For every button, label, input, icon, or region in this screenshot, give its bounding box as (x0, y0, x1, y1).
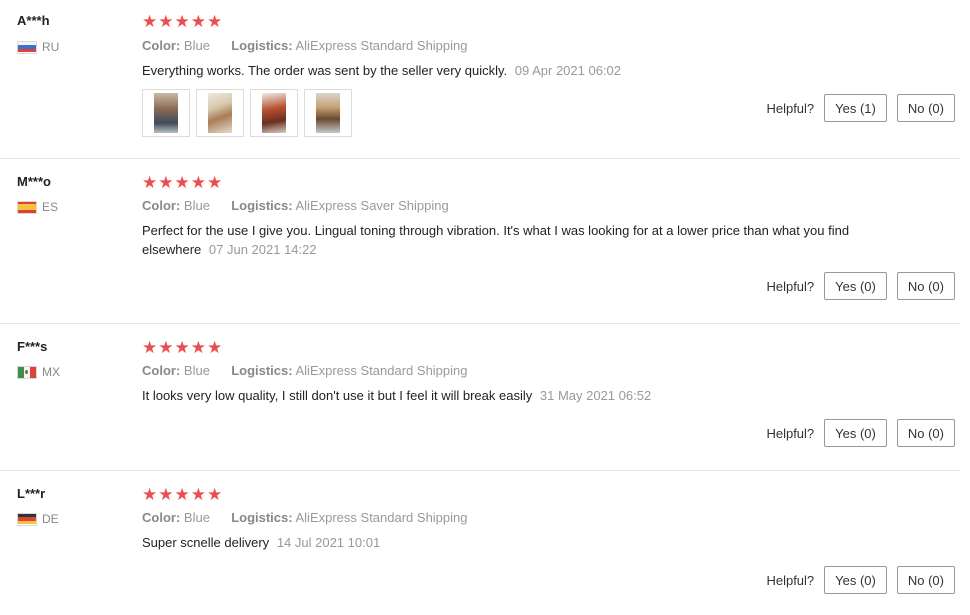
country-code: MX (42, 365, 60, 379)
reviewer-name: L***r (17, 486, 46, 501)
helpful-no-button[interactable]: No (0) (896, 272, 955, 300)
color-value: Blue (183, 198, 210, 213)
review-sku-info: Color: Blue Logistics: AliExpress Standa… (142, 363, 468, 378)
country-code: ES (42, 200, 59, 214)
star-rating: ★★★★★ (142, 12, 224, 31)
flag-russia-icon (17, 40, 37, 54)
flag-germany-icon (17, 512, 37, 526)
helpful-controls: Helpful? Yes (0) No (0) (766, 566, 955, 594)
logistics-value: AliExpress Saver Shipping (295, 198, 449, 213)
helpful-label: Helpful? (766, 100, 815, 116)
review-item: F***s MX ★★★★★ Color: Blue Logistics: Al… (0, 323, 960, 471)
color-label: Color: (142, 198, 181, 213)
helpful-label: Helpful? (766, 425, 815, 441)
helpful-label: Helpful? (766, 572, 815, 588)
reviewer-name: M***o (17, 174, 51, 189)
review-sku-info: Color: Blue Logistics: AliExpress Standa… (142, 38, 468, 53)
helpful-no-button[interactable]: No (0) (896, 419, 955, 447)
review-body: Super scnelle delivery (142, 535, 270, 550)
helpful-controls: Helpful? Yes (1) No (0) (766, 94, 955, 122)
review-photo[interactable] (304, 89, 352, 137)
logistics-label: Logistics: (231, 38, 293, 53)
review-photo-image (316, 93, 340, 133)
star-rating: ★★★★★ (142, 173, 224, 192)
review-text: It looks very low quality, I still don't… (142, 386, 852, 405)
color-value: Blue (183, 38, 210, 53)
flag-mexico-icon (17, 365, 37, 379)
helpful-controls: Helpful? Yes (0) No (0) (766, 272, 955, 300)
helpful-yes-button[interactable]: Yes (0) (824, 419, 887, 447)
review-date: 14 Jul 2021 10:01 (276, 535, 381, 550)
color-value: Blue (183, 363, 210, 378)
logistics-value: AliExpress Standard Shipping (295, 363, 468, 378)
reviewer-name: F***s (17, 339, 48, 354)
review-text: Everything works. The order was sent by … (142, 61, 852, 80)
review-text: Perfect for the use I give you. Lingual … (142, 221, 852, 259)
logistics-label: Logistics: (231, 363, 293, 378)
review-photo[interactable] (196, 89, 244, 137)
review-date: 31 May 2021 06:52 (539, 388, 652, 403)
helpful-yes-button[interactable]: Yes (0) (824, 272, 887, 300)
reviewer-country: MX (17, 365, 60, 379)
review-item: L***r DE ★★★★★ Color: Blue Logistics: Al… (0, 470, 960, 615)
review-sku-info: Color: Blue Logistics: AliExpress Saver … (142, 198, 449, 213)
reviewer-country: RU (17, 40, 59, 54)
reviewer-name: A***h (17, 13, 50, 28)
color-label: Color: (142, 510, 181, 525)
logistics-label: Logistics: (231, 198, 293, 213)
helpful-yes-button[interactable]: Yes (1) (824, 94, 887, 122)
review-date: 07 Jun 2021 14:22 (208, 242, 317, 257)
review-item: M***o ES ★★★★★ Color: Blue Logistics: Al… (0, 158, 960, 324)
logistics-label: Logistics: (231, 510, 293, 525)
helpful-yes-button[interactable]: Yes (0) (824, 566, 887, 594)
country-code: DE (42, 512, 59, 526)
color-label: Color: (142, 363, 181, 378)
review-body: Everything works. The order was sent by … (142, 63, 508, 78)
review-sku-info: Color: Blue Logistics: AliExpress Standa… (142, 510, 468, 525)
review-photo-image (154, 93, 178, 133)
color-label: Color: (142, 38, 181, 53)
review-photo-image (208, 93, 232, 133)
review-photo-image (262, 93, 286, 133)
star-rating: ★★★★★ (142, 485, 224, 504)
helpful-label: Helpful? (766, 278, 815, 294)
logistics-value: AliExpress Standard Shipping (295, 38, 468, 53)
flag-spain-icon (17, 200, 37, 214)
review-body: It looks very low quality, I still don't… (142, 388, 533, 403)
helpful-controls: Helpful? Yes (0) No (0) (766, 419, 955, 447)
review-photos (142, 89, 352, 137)
review-date: 09 Apr 2021 06:02 (514, 63, 622, 78)
reviewer-country: ES (17, 200, 58, 214)
star-rating: ★★★★★ (142, 338, 224, 357)
review-photo[interactable] (142, 89, 190, 137)
country-code: RU (42, 40, 60, 54)
helpful-no-button[interactable]: No (0) (896, 566, 955, 594)
reviewer-country: DE (17, 512, 59, 526)
review-item: A***h RU ★★★★★ Color: Blue Logistics: Al… (0, 0, 960, 159)
review-text: Super scnelle delivery 14 Jul 2021 10:01 (142, 533, 852, 552)
logistics-value: AliExpress Standard Shipping (295, 510, 468, 525)
color-value: Blue (183, 510, 210, 525)
helpful-no-button[interactable]: No (0) (896, 94, 955, 122)
review-photo[interactable] (250, 89, 298, 137)
